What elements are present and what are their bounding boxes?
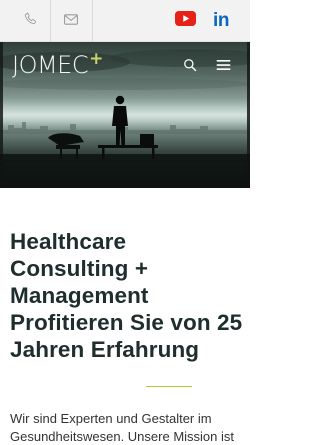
divider [92, 0, 93, 42]
menu-button[interactable] [213, 57, 233, 77]
linkedin-link[interactable]: in [204, 0, 238, 42]
search-icon [183, 58, 197, 77]
phone-icon [24, 12, 37, 30]
top-utility-bar: in [0, 0, 250, 42]
logo[interactable]: JOMEC + [12, 49, 103, 79]
intro-text: Wir sind Experten und Gestalter im Gesun… [10, 411, 234, 444]
linkedin-icon: in [213, 10, 229, 31]
logo-text: JOMEC [12, 51, 89, 79]
logo-plus: + [89, 49, 103, 69]
youtube-link[interactable] [168, 0, 202, 42]
youtube-icon [174, 11, 196, 31]
phone-link[interactable] [10, 0, 50, 42]
mail-icon [64, 12, 78, 30]
mail-link[interactable] [51, 0, 91, 42]
page-headline: Healthcare Consulting + Management Profi… [10, 229, 243, 362]
accent-divider [146, 386, 192, 387]
search-button[interactable] [180, 57, 200, 77]
hero-banner: JOMEC + [0, 42, 250, 188]
menu-icon [216, 58, 231, 76]
